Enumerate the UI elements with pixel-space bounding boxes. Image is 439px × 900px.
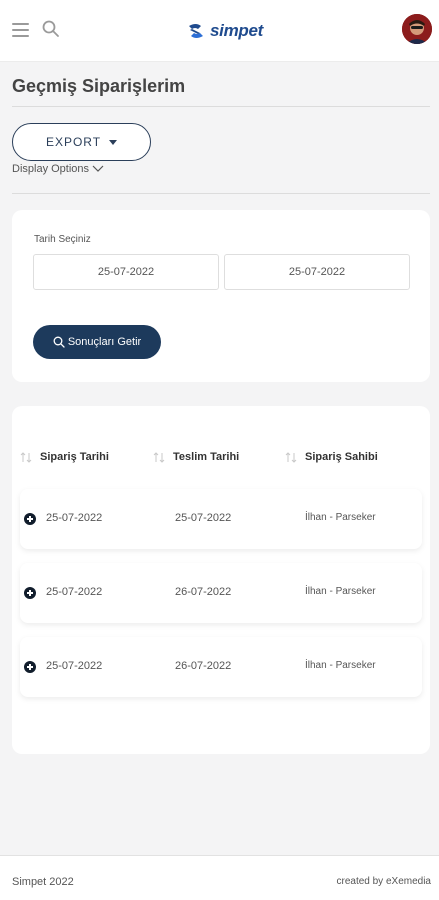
date-filter-card: Tarih Seçiniz 25-07-2022 25-07-2022 Sonu… <box>12 210 430 382</box>
orders-table-card: Sipariş Tarihi Teslim Tarihi Sipariş Sah… <box>12 406 430 754</box>
divider <box>12 106 430 107</box>
delivery-date-cell: 25-07-2022 <box>175 512 232 524</box>
footer: Simpet 2022 created by eXemedia <box>0 855 439 900</box>
brand-logo[interactable]: simpet <box>186 19 263 43</box>
column-header-label: Sipariş Sahibi <box>305 451 378 463</box>
search-icon <box>53 336 65 348</box>
caret-down-icon <box>109 139 118 145</box>
table-row[interactable]: 25-07-2022 26-07-2022 İlhan - Parseker <box>20 563 422 623</box>
order-date-cell: 25-07-2022 <box>46 586 103 598</box>
fetch-results-label: Sonuçları Getir <box>67 336 142 348</box>
brand-name: simpet <box>210 21 263 40</box>
column-header-order-date[interactable]: Sipariş Tarihi <box>20 451 109 463</box>
order-date-cell: 25-07-2022 <box>46 660 103 672</box>
start-date-input[interactable]: 25-07-2022 <box>33 254 219 290</box>
footer-copyright: Simpet 2022 <box>12 876 74 888</box>
expand-plus-icon[interactable] <box>24 587 36 599</box>
expand-plus-icon[interactable] <box>24 513 36 525</box>
end-date-input[interactable]: 25-07-2022 <box>224 254 410 290</box>
delivery-date-cell: 26-07-2022 <box>175 586 232 598</box>
page-title: Geçmiş Siparişlerim <box>12 76 186 96</box>
date-label: Tarih Seçiniz <box>34 234 91 245</box>
order-owner-cell: İlhan - Parseker <box>305 512 376 523</box>
order-date-cell: 25-07-2022 <box>46 512 103 524</box>
export-button[interactable]: EXPORT <box>12 123 151 161</box>
search-icon[interactable] <box>42 20 60 38</box>
expand-plus-icon[interactable] <box>24 661 36 673</box>
column-header-order-owner[interactable]: Sipariş Sahibi <box>285 451 378 463</box>
delivery-date-cell: 26-07-2022 <box>175 660 232 672</box>
menu-icon[interactable] <box>12 23 29 37</box>
column-header-label: Sipariş Tarihi <box>40 451 109 463</box>
sort-icon <box>20 451 32 463</box>
table-row[interactable]: 25-07-2022 25-07-2022 İlhan - Parseker <box>20 489 422 549</box>
top-bar: simpet <box>0 0 439 62</box>
simpet-logo-icon <box>189 24 203 38</box>
footer-credit[interactable]: created by eXemedia <box>336 876 431 887</box>
display-options-toggle[interactable]: Display Options <box>12 163 104 175</box>
avatar[interactable] <box>402 14 432 44</box>
table-row[interactable]: 25-07-2022 26-07-2022 İlhan - Parseker <box>20 637 422 697</box>
sort-icon <box>153 451 165 463</box>
display-options-label: Display Options <box>12 163 90 175</box>
divider <box>12 193 430 194</box>
chevron-down-icon <box>92 165 104 172</box>
fetch-results-button[interactable]: Sonuçları Getir <box>33 325 161 359</box>
order-owner-cell: İlhan - Parseker <box>305 586 376 597</box>
column-header-label: Teslim Tarihi <box>173 451 240 463</box>
order-owner-cell: İlhan - Parseker <box>305 660 376 671</box>
export-label: EXPORT <box>45 135 102 149</box>
sort-icon <box>285 451 297 463</box>
column-header-delivery-date[interactable]: Teslim Tarihi <box>153 451 239 463</box>
